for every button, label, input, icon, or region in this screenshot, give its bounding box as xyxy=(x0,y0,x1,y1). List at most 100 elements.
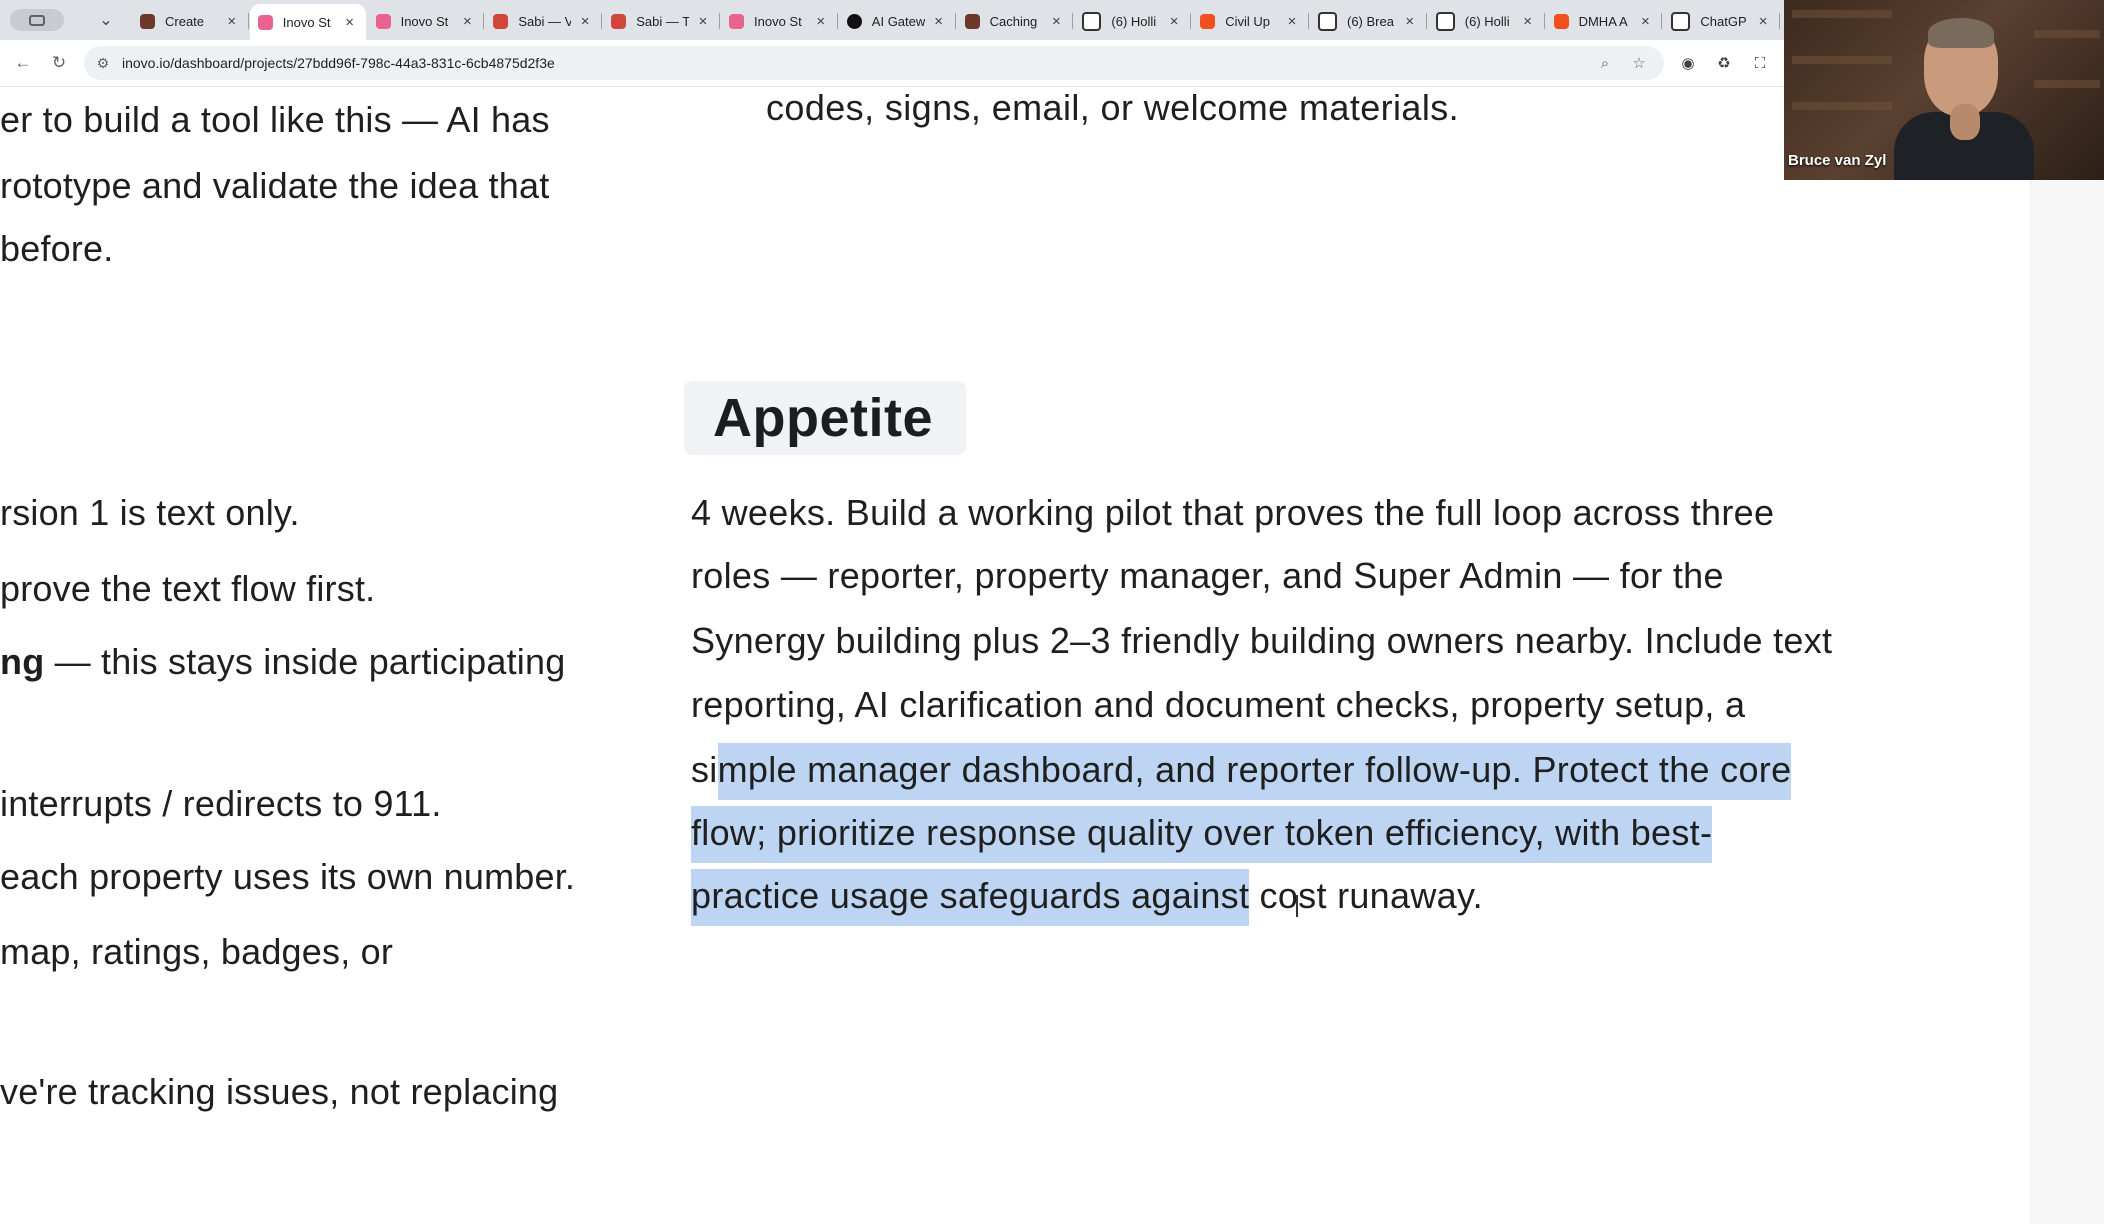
browser-tab[interactable]: DMHA A × xyxy=(1546,6,1663,36)
tab-title: AI Gatew xyxy=(871,13,925,29)
line-text: 4 weeks. Build a working pilot that prov… xyxy=(691,492,1775,533)
browser-tab[interactable]: Sabi — T × xyxy=(603,6,720,36)
line-text: prove the text flow first. xyxy=(0,568,376,609)
left-column-line: prove the text flow first. xyxy=(0,568,375,610)
extension-icon[interactable]: ♻ xyxy=(1714,53,1734,73)
paragraph-line[interactable]: simple manager dashboard, and reporter f… xyxy=(691,743,1792,800)
tab-separator xyxy=(247,13,249,29)
tab-group-toggle[interactable] xyxy=(10,9,64,31)
selected-text: mple manager dashboard, and reporter fol… xyxy=(717,743,1792,800)
browser-tab[interactable]: Sabi — V × xyxy=(485,6,603,36)
inovo-icon xyxy=(257,14,273,30)
url-text[interactable]: inovo.io/dashboard/projects/27bdd96f-798… xyxy=(122,55,555,71)
line-text: before. xyxy=(0,228,114,269)
zoom-icon[interactable]: ⌕ xyxy=(1596,54,1614,72)
password-manager-icon[interactable]: ◉ xyxy=(1678,53,1698,73)
left-column-line: interrupts / redirects to 911. xyxy=(0,783,442,825)
browser-tab[interactable]: (6) Holli × xyxy=(1074,6,1192,36)
tab-separator xyxy=(1072,13,1074,29)
tab-close-icon[interactable]: × xyxy=(1637,13,1653,30)
reload-icon[interactable]: ↻ xyxy=(48,52,70,74)
line-text: roles — reporter, property manager, and … xyxy=(691,555,1724,596)
left-column-line: er to build a tool like this — AI has xyxy=(0,99,550,141)
paragraph-line[interactable]: roles — reporter, property manager, and … xyxy=(691,555,1724,597)
inovo-icon xyxy=(375,13,391,29)
bookmark-star-icon[interactable]: ☆ xyxy=(1630,54,1648,72)
tab-separator xyxy=(1543,13,1545,29)
tab-close-icon[interactable]: × xyxy=(224,13,240,30)
tab-title: DMHA A xyxy=(1578,13,1628,29)
tab-separator xyxy=(1190,13,1192,29)
browser-tab[interactable]: Create × xyxy=(132,6,249,36)
page-icon xyxy=(1082,11,1102,31)
browser-toolbar: ← ↻ ⚙ inovo.io/dashboard/projects/27bdd9… xyxy=(0,40,1784,87)
browser-tab[interactable]: Caching × xyxy=(957,6,1074,36)
screen-capture-icon[interactable]: ⛶ xyxy=(1750,53,1770,73)
browser-tab[interactable]: Inovo St × xyxy=(249,4,366,40)
participant-hair xyxy=(1928,18,1994,48)
chatgpt-icon xyxy=(1671,11,1691,31)
sabi-icon xyxy=(493,13,509,29)
tab-separator xyxy=(836,13,838,29)
browser-tab[interactable]: (6) Holli × xyxy=(1428,6,1545,36)
tab-title: Inovo St xyxy=(400,13,449,29)
tab-close-icon[interactable]: × xyxy=(695,13,711,30)
app-icon xyxy=(964,13,980,29)
tab-search-chevron-icon[interactable]: ⌄ xyxy=(96,9,116,31)
text-cursor xyxy=(1296,895,1298,917)
browser-tab[interactable]: Inovo St × xyxy=(368,6,485,36)
tab-close-icon[interactable]: × xyxy=(577,13,593,30)
tab-title: Civil Up xyxy=(1225,13,1270,29)
browser-tab[interactable]: (6) Brea × xyxy=(1310,6,1427,36)
tab-close-icon[interactable]: × xyxy=(931,13,947,30)
tab-separator xyxy=(1307,13,1309,29)
video-call-tile[interactable]: Bruce van Zyl xyxy=(1784,0,2104,180)
tab-title: Sabi — T xyxy=(636,13,689,29)
tab-title: Inovo St xyxy=(282,14,331,30)
figma-icon xyxy=(1553,13,1569,29)
tab-close-icon[interactable]: × xyxy=(342,14,358,31)
line-text: rsion 1 is text only. xyxy=(0,492,300,533)
tab-separator xyxy=(718,13,720,29)
line-text: si xyxy=(691,749,718,790)
tab-close-icon[interactable]: × xyxy=(1402,13,1418,30)
section-heading-appetite: Appetite xyxy=(713,388,933,448)
background-shelf xyxy=(1792,102,1892,110)
scrollbar-track[interactable] xyxy=(2030,180,2104,1224)
tab-separator xyxy=(1425,13,1427,29)
left-column-line: map, ratings, badges, or xyxy=(0,931,393,973)
tab-close-icon[interactable]: × xyxy=(1755,13,1771,30)
paragraph-line[interactable]: practice usage safeguards against cost r… xyxy=(691,869,1483,926)
selected-text: practice usage safeguards against xyxy=(691,869,1250,926)
line-text: cost runaway. xyxy=(1249,875,1483,916)
line-text: reporting, AI clarification and document… xyxy=(691,684,1746,725)
tab-close-icon[interactable]: × xyxy=(813,13,829,30)
tab-close-icon[interactable]: × xyxy=(1284,13,1300,30)
paragraph-line[interactable]: flow; prioritize response quality over t… xyxy=(691,806,1713,863)
browser-tab[interactable]: Inovo St × xyxy=(721,6,838,36)
tab-close-icon[interactable]: × xyxy=(1048,13,1064,30)
paragraph-line[interactable]: Synergy building plus 2–3 friendly build… xyxy=(691,620,1832,662)
tab-title: (6) Holli xyxy=(1464,13,1510,29)
tab-close-icon[interactable]: × xyxy=(1520,13,1536,30)
tab-close-icon[interactable]: × xyxy=(459,13,475,30)
tab-separator xyxy=(601,13,603,29)
tab-strip: ⌄ Create × Inovo St × Inovo St × Sabi — V × Sabi… xyxy=(0,0,1784,40)
paragraph-line[interactable]: 4 weeks. Build a working pilot that prov… xyxy=(691,492,1774,534)
browser-tab[interactable]: AI Gatew × xyxy=(839,6,956,36)
figma-icon xyxy=(1200,13,1216,29)
line-text: Synergy building plus 2–3 friendly build… xyxy=(691,620,1833,661)
address-bar[interactable]: ⚙ inovo.io/dashboard/projects/27bdd96f-7… xyxy=(84,46,1664,80)
tab-close-icon[interactable]: × xyxy=(1166,13,1182,30)
vercel-icon xyxy=(846,13,862,29)
tab-title: (6) Holli xyxy=(1111,13,1157,29)
paragraph-line[interactable]: reporting, AI clarification and document… xyxy=(691,684,1745,726)
tab-title: Inovo St xyxy=(754,13,802,29)
back-arrow-icon[interactable]: ← xyxy=(12,52,34,74)
browser-tab[interactable]: ChatGP × xyxy=(1663,6,1781,36)
left-column-line: ng — this stays inside participating xyxy=(0,641,565,683)
tab-title: Sabi — V xyxy=(518,13,572,29)
site-settings-icon[interactable]: ⚙ xyxy=(94,54,112,72)
browser-tab[interactable]: Civil Up × xyxy=(1192,6,1309,36)
tab-title: ChatGP xyxy=(1700,13,1747,29)
